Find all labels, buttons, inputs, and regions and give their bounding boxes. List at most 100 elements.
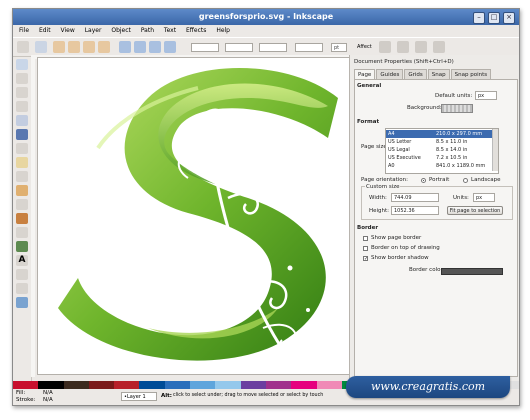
list-item[interactable]: US Letter 8.5 x 11.0 in — [386, 138, 492, 146]
color-swatch[interactable] — [291, 381, 317, 389]
raise-icon[interactable] — [149, 41, 161, 53]
flip-vertical-icon[interactable] — [98, 41, 110, 53]
pencil-tool-icon[interactable] — [16, 185, 28, 196]
menu-bar: File Edit View Layer Object Path Text Ef… — [13, 25, 519, 37]
flip-horizontal-icon[interactable] — [83, 41, 95, 53]
spiral-tool-icon[interactable] — [16, 171, 28, 182]
rotate-cw-icon[interactable] — [68, 41, 80, 53]
fit-page-button[interactable]: Fit page to selection — [447, 206, 503, 215]
stroke-value: N/A — [43, 397, 53, 403]
color-swatch[interactable] — [139, 381, 165, 389]
width-input[interactable]: 744.09 — [391, 193, 439, 202]
custom-size-label: Custom size — [365, 184, 401, 190]
h-field[interactable] — [295, 43, 323, 52]
status-message: click to select under; drag to move sele… — [173, 393, 324, 398]
panel-title: Document Properties (Shift+Ctrl+D) — [354, 59, 454, 65]
menu-layer[interactable]: Layer — [85, 27, 102, 34]
menu-path[interactable]: Path — [141, 27, 154, 34]
show-border-checkbox[interactable] — [363, 236, 368, 241]
tweak-tool-icon[interactable] — [16, 87, 28, 98]
dropper-tool-icon[interactable] — [16, 297, 28, 308]
new-document-icon[interactable] — [35, 41, 47, 53]
calligraphy-tool-icon[interactable] — [16, 213, 28, 224]
spray-tool-icon[interactable] — [16, 241, 28, 252]
toolbox: A — [13, 55, 32, 381]
rect-tool-icon[interactable] — [16, 115, 28, 126]
rotate-ccw-icon[interactable] — [53, 41, 65, 53]
text-tool-icon[interactable]: A — [16, 255, 28, 266]
page-size-list[interactable]: A4 210.0 x 297.0 mm US Letter 8.5 x 11.0 i… — [385, 128, 499, 174]
show-shadow-checkbox[interactable]: ✓ — [363, 256, 368, 262]
default-units-select[interactable]: px — [475, 91, 497, 100]
connector-tool-icon[interactable] — [16, 283, 28, 294]
ellipse-tool-icon[interactable] — [16, 143, 28, 154]
transform-gradient-icon[interactable] — [415, 41, 427, 53]
star-tool-icon[interactable] — [16, 157, 28, 168]
maximize-button[interactable]: □ — [488, 12, 500, 24]
panel-tabs: Page Guides Grids Snap Snap points — [354, 69, 516, 80]
menu-view[interactable]: View — [61, 27, 75, 34]
raise-to-top-icon[interactable] — [164, 41, 176, 53]
minimize-button[interactable]: – — [473, 12, 485, 24]
color-swatch[interactable] — [13, 381, 39, 389]
width-label: Width: — [369, 195, 387, 201]
selector-tool-icon[interactable] — [16, 59, 28, 70]
stroke-label: Stroke: — [16, 397, 36, 403]
menu-help[interactable]: Help — [216, 27, 230, 34]
box3d-tool-icon[interactable] — [16, 129, 28, 140]
menu-file[interactable]: File — [19, 27, 29, 34]
scale-stroke-icon[interactable] — [379, 41, 391, 53]
lower-icon[interactable] — [134, 41, 146, 53]
border-on-top-checkbox[interactable] — [363, 246, 368, 251]
title-bar: greensforsprio.svg - Inkscape – □ × — [13, 9, 519, 25]
fill-label: Fill: — [16, 390, 26, 396]
lower-to-bottom-icon[interactable] — [119, 41, 131, 53]
list-item[interactable]: US Legal 8.5 x 14.0 in — [386, 146, 492, 154]
color-swatch[interactable] — [265, 381, 292, 389]
border-color-swatch[interactable] — [441, 268, 503, 275]
border-heading: Border — [357, 225, 379, 231]
background-label: Background: — [407, 105, 442, 111]
x-field[interactable] — [191, 43, 219, 52]
w-field[interactable] — [259, 43, 287, 52]
paint-bucket-tool-icon[interactable] — [16, 227, 28, 238]
color-swatch[interactable] — [190, 381, 216, 389]
landscape-radio[interactable] — [463, 178, 468, 183]
list-scrollbar[interactable] — [492, 129, 498, 171]
gradient-tool-icon[interactable] — [16, 269, 28, 280]
list-item[interactable]: US Executive 7.2 x 10.5 in — [386, 154, 492, 162]
scale-corners-icon[interactable] — [397, 41, 409, 53]
units-field[interactable]: pt — [331, 43, 347, 52]
color-swatch[interactable] — [164, 381, 191, 389]
portrait-label: Portrait — [429, 177, 450, 183]
y-field[interactable] — [225, 43, 253, 52]
background-color-swatch[interactable] — [441, 104, 473, 113]
portrait-radio[interactable] — [421, 178, 426, 183]
document-properties-panel: Document Properties (Shift+Ctrl+D) Page … — [349, 55, 519, 381]
color-swatch[interactable] — [88, 381, 115, 389]
layer-select[interactable]: •Layer 1 — [121, 392, 157, 401]
list-item[interactable]: A0 841.0 x 1189.0 mm — [386, 162, 492, 170]
node-tool-icon[interactable] — [16, 73, 28, 84]
color-swatch[interactable] — [114, 381, 140, 389]
menu-edit[interactable]: Edit — [39, 27, 51, 34]
select-all-icon[interactable] — [17, 41, 29, 53]
pen-tool-icon[interactable] — [16, 199, 28, 210]
green-s-artwork — [58, 68, 338, 361]
zoom-tool-icon[interactable] — [16, 101, 28, 112]
units-select[interactable]: px — [473, 193, 495, 202]
drawing-canvas[interactable] — [37, 57, 365, 375]
height-input[interactable]: 1052.36 — [391, 206, 439, 215]
list-item[interactable]: A4 210.0 x 297.0 mm — [386, 130, 492, 138]
color-swatch[interactable] — [215, 381, 241, 389]
color-swatch[interactable] — [38, 381, 64, 389]
inkscape-window: greensforsprio.svg - Inkscape – □ × File… — [12, 8, 520, 406]
close-button[interactable]: × — [503, 12, 515, 24]
menu-object[interactable]: Object — [111, 27, 131, 34]
menu-text[interactable]: Text — [164, 27, 176, 34]
color-swatch[interactable] — [316, 381, 342, 389]
color-swatch[interactable] — [63, 381, 89, 389]
color-swatch[interactable] — [240, 381, 266, 389]
menu-effects[interactable]: Effects — [186, 27, 206, 34]
transform-pattern-icon[interactable] — [433, 41, 445, 53]
